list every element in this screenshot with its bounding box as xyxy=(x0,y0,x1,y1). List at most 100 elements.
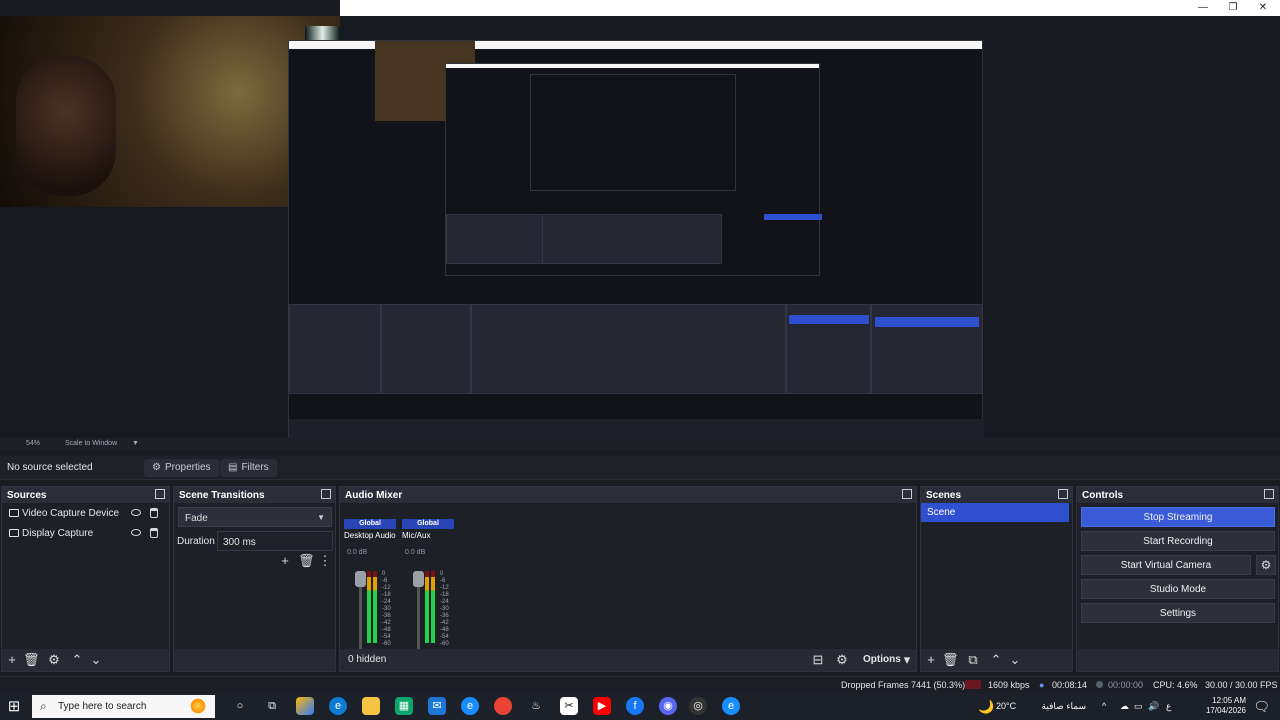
remove-transition-icon[interactable]: 🗑 xyxy=(298,553,315,569)
window-titlebar: — ❐ ✕ xyxy=(340,0,1280,16)
network-icon[interactable]: ▭ xyxy=(1134,701,1143,712)
mic-aux-strip: Global Mic/Aux 0.0 dB 0 -6 -12 -18 -24 -30 -36… xyxy=(402,519,454,667)
undock-icon[interactable] xyxy=(155,489,165,499)
settings-button[interactable]: Settings xyxy=(1081,603,1275,623)
mic-aux-name[interactable]: Mic/Aux xyxy=(402,531,462,540)
status-bar: Dropped Frames 7441 (50.3%) 1609 kbps ● … xyxy=(0,676,1280,693)
capcut-icon[interactable]: ✂ xyxy=(560,697,578,715)
transition-select[interactable]: Fade xyxy=(178,507,332,527)
source-item-display-capture[interactable]: Display Capture xyxy=(2,525,169,543)
language-indicator[interactable]: ع xyxy=(1166,701,1171,712)
windows-start-icon[interactable]: ⊞ xyxy=(5,698,23,716)
undock-icon[interactable] xyxy=(1264,489,1274,499)
facebook-icon[interactable]: f xyxy=(626,697,644,715)
studio-mode-button[interactable]: Studio Mode xyxy=(1081,579,1275,599)
scene-item[interactable]: Scene xyxy=(921,503,1069,522)
duration-label: Duration xyxy=(177,536,215,547)
cortana-icon[interactable]: ○ xyxy=(231,697,249,715)
sources-dock: Sources Video Capture Device Display Cap… xyxy=(1,486,170,672)
mixer-layout-icon[interactable]: ⊟ xyxy=(810,652,826,668)
volume-icon[interactable]: 🔊 xyxy=(1148,701,1159,712)
file-explorer-icon[interactable] xyxy=(362,697,380,715)
store-icon[interactable]: ▦ xyxy=(395,697,413,715)
moon-icon: 🌙 xyxy=(978,699,995,714)
transition-menu-icon[interactable]: ⋮ xyxy=(317,553,333,569)
task-view-icon[interactable]: ⧉ xyxy=(263,697,281,715)
db-scale: 0 -6 -12 -18 -24 -30 -36 -42 -48 -54 -60 xyxy=(382,571,391,647)
desktop-audio-meter-left xyxy=(367,571,371,643)
scale-dropdown-icon[interactable]: ▼ xyxy=(132,440,139,447)
lock-icon[interactable] xyxy=(150,528,158,538)
move-down-icon[interactable]: ⌄ xyxy=(88,652,104,668)
onedrive-icon[interactable]: ☁ xyxy=(1120,701,1129,712)
undock-icon[interactable] xyxy=(902,489,912,499)
start-virtual-camera-button[interactable]: Start Virtual Camera xyxy=(1081,555,1251,575)
filters-label: Filters xyxy=(241,462,269,473)
add-scene-icon[interactable]: + xyxy=(923,652,939,668)
source-item-video-capture[interactable]: Video Capture Device xyxy=(2,505,169,523)
edge-icon[interactable]: e xyxy=(329,697,347,715)
bitrate: 1609 kbps xyxy=(988,680,1030,690)
mail-icon[interactable]: ✉ xyxy=(428,697,446,715)
scene-up-icon[interactable]: ⌃ xyxy=(988,652,1004,668)
preview-canvas[interactable] xyxy=(0,16,1280,441)
start-recording-button[interactable]: Start Recording xyxy=(1081,531,1275,551)
properties-label: Properties xyxy=(164,462,211,473)
add-transition-icon[interactable]: + xyxy=(277,553,293,569)
virtual-camera-settings-icon[interactable]: ⚙ xyxy=(1256,555,1276,575)
stop-streaming-button[interactable]: Stop Streaming xyxy=(1081,507,1275,527)
visibility-eye-icon[interactable] xyxy=(131,509,141,516)
notification-icon[interactable]: 🗨 xyxy=(1253,699,1270,715)
options-button[interactable]: Options xyxy=(863,654,901,665)
cpu-usage: CPU: 4.6% xyxy=(1153,680,1198,690)
copilot-icon[interactable] xyxy=(296,697,314,715)
webcam-person xyxy=(16,56,116,196)
mic-aux-fader-knob[interactable] xyxy=(413,571,424,587)
scale-mode[interactable]: Scale to Window xyxy=(65,440,117,447)
zoom-bar: 54% Scale to Window ▼ xyxy=(0,438,1280,450)
duration-input[interactable]: 300 ms xyxy=(217,531,333,551)
transitions-content: Fade Duration 300 ms + 🗑 ⋮ xyxy=(174,503,335,649)
chrome-icon[interactable] xyxy=(494,697,512,715)
source-properties-icon[interactable]: ⚙ xyxy=(46,652,62,668)
steam-icon[interactable]: ♨ xyxy=(527,697,545,715)
taskbar-search[interactable]: ⌕ Type here to search xyxy=(32,695,215,718)
record-time: 00:00:00 xyxy=(1108,680,1144,690)
desktop-audio-name[interactable]: Desktop Audio xyxy=(344,531,404,540)
clock[interactable]: 12:05 AM 17/04/2026 xyxy=(1206,696,1246,716)
obs-icon[interactable]: ◎ xyxy=(689,697,707,715)
search-icon: ⌕ xyxy=(40,699,47,713)
remove-scene-icon[interactable]: 🗑 xyxy=(942,652,959,668)
discord-icon[interactable]: ◉ xyxy=(659,697,677,715)
edge-beta-icon[interactable]: e xyxy=(461,697,479,715)
zoom-level[interactable]: 54% xyxy=(26,440,40,447)
visibility-eye-icon[interactable] xyxy=(131,529,141,536)
edge-dev-icon[interactable]: e xyxy=(722,697,740,715)
undock-icon[interactable] xyxy=(1058,489,1068,499)
scene-filter-icon[interactable]: ⧉ xyxy=(965,652,981,668)
recursive-scene-item xyxy=(789,315,869,324)
remove-source-icon[interactable]: 🗑 xyxy=(23,652,40,668)
properties-button[interactable]: ⚙ Properties xyxy=(144,459,219,477)
scenes-toolbar: + 🗑 ⧉ ⌃ ⌄ xyxy=(921,649,1072,671)
show-hidden-icons[interactable]: ^ xyxy=(1102,701,1106,711)
lock-icon[interactable] xyxy=(150,508,158,518)
desktop-audio-fader-knob[interactable] xyxy=(355,571,366,587)
time: 12:05 AM xyxy=(1212,696,1246,705)
options-dropdown-icon[interactable]: ▾ xyxy=(899,652,915,668)
transitions-footer xyxy=(174,649,335,671)
undock-icon[interactable] xyxy=(321,489,331,499)
maximize-button[interactable]: ❐ xyxy=(1218,0,1248,16)
filters-button[interactable]: ▤ Filters xyxy=(220,459,277,477)
global-label: Global xyxy=(402,519,454,529)
move-up-icon[interactable]: ⌃ xyxy=(69,652,85,668)
minimize-button[interactable]: — xyxy=(1188,0,1218,16)
add-source-icon[interactable]: + xyxy=(4,652,20,668)
scene-down-icon[interactable]: ⌄ xyxy=(1007,652,1023,668)
scenes-title: Scenes xyxy=(921,487,1072,503)
close-button[interactable]: ✕ xyxy=(1248,0,1278,16)
youtube-icon[interactable]: ▶ xyxy=(593,697,611,715)
recursive-mixer-panel xyxy=(471,304,786,394)
mixer-settings-icon[interactable]: ⚙ xyxy=(834,652,850,668)
controls-title: Controls xyxy=(1077,487,1278,503)
